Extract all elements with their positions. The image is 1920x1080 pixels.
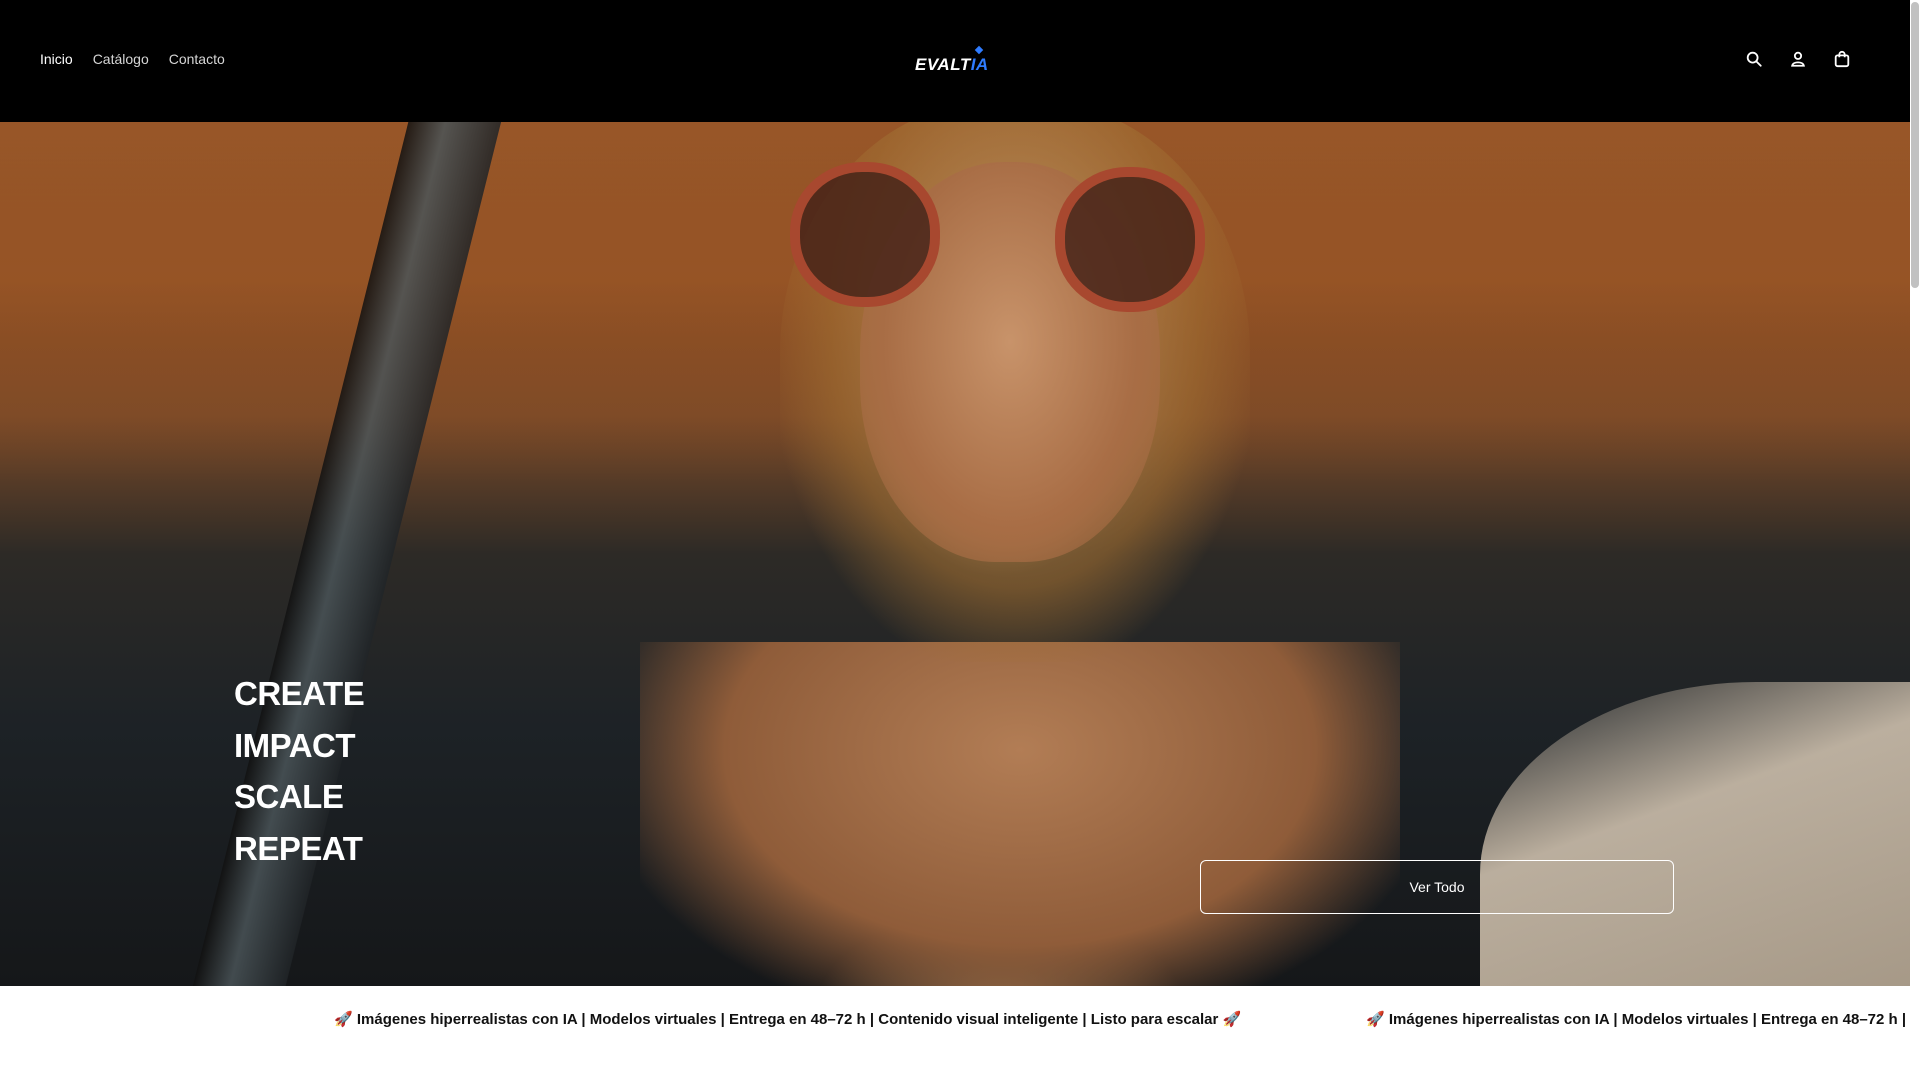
headline-line-4: REPEAT bbox=[234, 829, 363, 867]
site-header: Inicio Catálogo Contacto EVALTIA bbox=[0, 0, 1910, 122]
logo-main: EVALT bbox=[915, 55, 971, 74]
announcement-marquee: 🚀 Imágenes hiperrealistas con IA | Model… bbox=[0, 986, 1910, 1080]
site-logo[interactable]: EVALTIA bbox=[915, 45, 997, 75]
headline-line-1: CREATE bbox=[234, 675, 365, 712]
nav-link-catalogo[interactable]: Catálogo bbox=[93, 51, 149, 67]
hero-car-body bbox=[1480, 682, 1910, 986]
scrollbar-thumb[interactable] bbox=[1911, 2, 1919, 288]
hero-headline: CREATE IMPACT SCALE REPEAT bbox=[234, 668, 365, 874]
account-icon[interactable] bbox=[1788, 49, 1808, 69]
cart-icon[interactable] bbox=[1832, 49, 1852, 69]
ver-todo-button[interactable]: Ver Todo bbox=[1200, 860, 1674, 914]
nav-link-inicio[interactable]: Inicio bbox=[40, 51, 73, 67]
headline-line-2: IMPACT bbox=[234, 726, 356, 764]
marquee-item: 🚀 Imágenes hiperrealistas con IA | Model… bbox=[334, 1011, 1242, 1028]
search-icon[interactable] bbox=[1744, 49, 1764, 69]
logo-accent: IA bbox=[970, 55, 989, 74]
main-nav: Inicio Catálogo Contacto bbox=[40, 51, 225, 67]
headline-line-3: SCALE bbox=[234, 778, 344, 815]
logo-spark-icon bbox=[974, 45, 984, 55]
marquee-item: 🚀 Imágenes hiperrealistas con IA | Model… bbox=[1366, 1011, 1910, 1028]
hero-sunglasses-right bbox=[1055, 167, 1205, 312]
page-scrollbar[interactable] bbox=[1910, 0, 1920, 1080]
nav-link-contacto[interactable]: Contacto bbox=[169, 51, 225, 67]
hero-banner: CREATE IMPACT SCALE REPEAT Ver Todo bbox=[0, 122, 1910, 986]
hero-sunglasses-left bbox=[790, 162, 940, 307]
hero-model-body bbox=[640, 642, 1400, 986]
header-actions bbox=[1744, 49, 1852, 69]
logo-text: EVALTIA bbox=[915, 55, 989, 75]
